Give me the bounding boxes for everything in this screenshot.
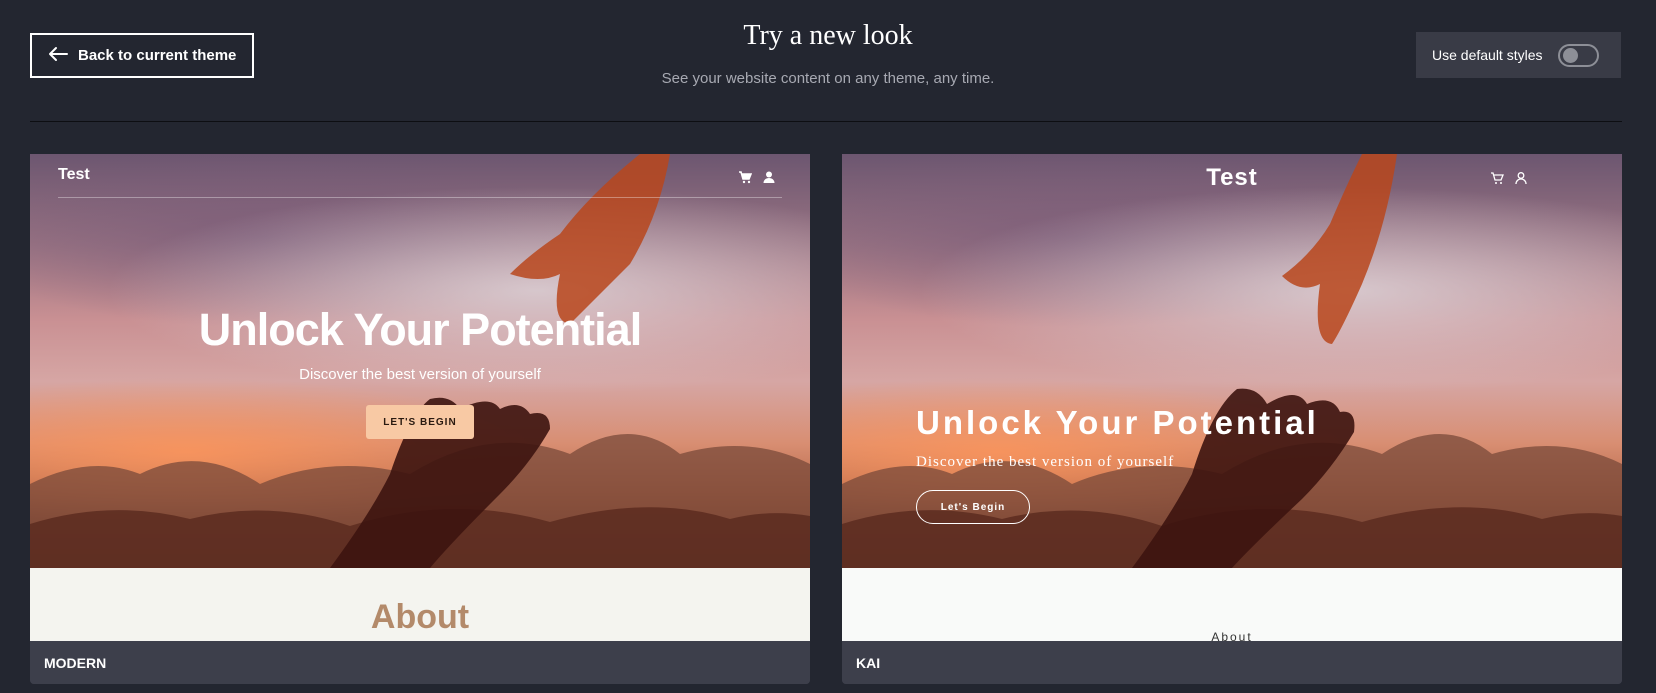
preview-about-title: About (370, 598, 470, 636)
toggle-knob (1563, 48, 1578, 63)
preview-hero-subtitle: Discover the best version of yourself (299, 366, 541, 383)
preview-hero-subtitle: Discover the best version of yourself (916, 454, 1175, 470)
preview-cta-button: Let's Begin (916, 490, 1030, 524)
theme-name-label: MODERN (30, 641, 810, 684)
page-title: Try a new look (743, 20, 913, 51)
page-subtitle: See your website content on any theme, a… (661, 70, 995, 87)
cart-icon (738, 170, 753, 184)
cart-icon (1490, 171, 1504, 185)
preview-header-line (58, 197, 782, 198)
theme-card-kai[interactable]: Test Unlock Your Potential Discover the … (842, 154, 1622, 684)
default-styles-toggle-group: Use default styles (1416, 32, 1621, 78)
preview-cta-button: LET'S BEGIN (366, 405, 474, 439)
theme-preview-hero: Test Unlock Your Potential Discover the … (30, 154, 810, 568)
preview-hero-title: Unlock Your Potential (198, 304, 642, 355)
theme-name-label: KAI (842, 641, 1622, 684)
header-divider (30, 121, 1622, 122)
preview-header-icons (738, 170, 776, 184)
preview-about-section: About (842, 568, 1622, 644)
user-icon (762, 170, 776, 184)
preview-header-icons (1490, 171, 1528, 185)
user-icon (1514, 171, 1528, 185)
preview-about-section: About (30, 568, 810, 641)
preview-hero-title: Unlock Your Potential (916, 404, 1319, 441)
hero-landscape-illustration (30, 154, 810, 568)
default-styles-label: Use default styles (1432, 47, 1543, 63)
theme-card-modern[interactable]: Test Unlock Your Potential Discover the … (30, 154, 810, 684)
theme-preview-hero: Test Unlock Your Potential Discover the … (842, 154, 1622, 568)
default-styles-toggle[interactable] (1558, 44, 1599, 67)
preview-brand: Test (58, 166, 90, 183)
